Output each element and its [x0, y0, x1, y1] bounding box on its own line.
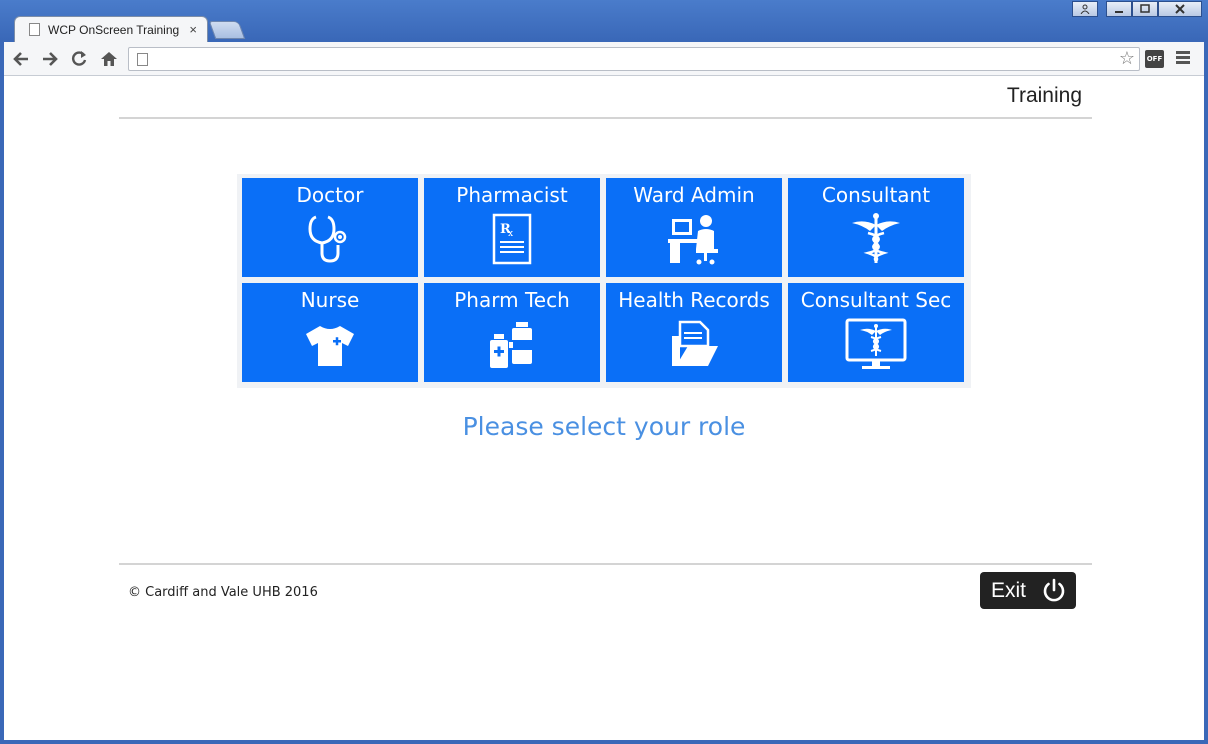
- monitor-caduceus-icon: [845, 318, 907, 369]
- admin-desk-icon: [668, 215, 718, 265]
- role-label: Consultant: [821, 183, 931, 207]
- role-label: Pharmacist: [456, 183, 568, 207]
- role-label: Consultant Sec: [800, 288, 952, 312]
- role-tile-health-records[interactable]: Health Records: [606, 283, 782, 382]
- page-icon: [137, 53, 148, 66]
- footer-divider: [119, 563, 1092, 565]
- extension-off-icon[interactable]: OFF: [1145, 50, 1164, 68]
- svg-text:x: x: [508, 229, 513, 239]
- medicine-bottles-icon: [490, 322, 532, 368]
- maximize-button[interactable]: [1132, 1, 1158, 17]
- minimize-button[interactable]: [1106, 1, 1132, 17]
- role-tile-consultant-sec[interactable]: Consultant Sec: [788, 283, 964, 382]
- role-label: Doctor: [296, 183, 364, 207]
- page-title: Training: [1006, 84, 1082, 107]
- nurse-shirt-icon: [306, 326, 354, 366]
- exit-label: Exit: [991, 578, 1027, 602]
- window-close-button[interactable]: [1158, 1, 1202, 17]
- role-label: Nurse: [300, 288, 360, 312]
- home-icon[interactable]: [98, 48, 120, 70]
- prescription-icon: R x: [492, 213, 532, 265]
- role-grid: Doctor Pharmacist R x Ward Admin Consult…: [237, 174, 971, 388]
- window-controls: [1072, 1, 1202, 17]
- page-icon: [29, 23, 40, 36]
- role-tile-nurse[interactable]: Nurse: [242, 283, 418, 382]
- header-divider: [119, 117, 1092, 119]
- role-label: Pharm Tech: [454, 288, 570, 312]
- copyright-text: © Cardiff and Vale UHB 2016: [128, 585, 318, 600]
- browser-window: WCP OnScreen Training × ☆ OFF Training D…: [0, 0, 1208, 744]
- role-prompt: Please select your role: [462, 412, 746, 441]
- role-label: Health Records: [618, 288, 770, 312]
- user-icon[interactable]: [1072, 1, 1098, 17]
- new-tab-button[interactable]: [208, 21, 246, 39]
- role-label: Ward Admin: [633, 183, 755, 207]
- role-tile-ward-admin[interactable]: Ward Admin: [606, 178, 782, 277]
- caduceus-icon: [852, 213, 900, 263]
- power-icon: [1043, 578, 1065, 602]
- forward-icon[interactable]: [39, 48, 61, 70]
- role-tile-doctor[interactable]: Doctor: [242, 178, 418, 277]
- browser-tab[interactable]: WCP OnScreen Training ×: [14, 16, 208, 42]
- browser-toolbar: ☆ OFF: [4, 42, 1204, 76]
- role-tile-consultant[interactable]: Consultant: [788, 178, 964, 277]
- menu-icon[interactable]: [1176, 51, 1190, 66]
- tab-close-icon[interactable]: ×: [189, 22, 197, 37]
- stethoscope-icon: [308, 215, 347, 263]
- role-tile-pharmacist[interactable]: Pharmacist R x: [424, 178, 600, 277]
- records-folder-icon: [672, 320, 718, 366]
- reload-icon[interactable]: [68, 48, 90, 70]
- address-bar[interactable]: ☆: [128, 47, 1140, 71]
- bookmark-star-icon[interactable]: ☆: [1119, 48, 1135, 69]
- exit-button[interactable]: Exit: [980, 572, 1076, 609]
- role-tile-pharm-tech[interactable]: Pharm Tech: [424, 283, 600, 382]
- tab-title: WCP OnScreen Training: [48, 22, 180, 37]
- back-icon[interactable]: [10, 48, 32, 70]
- page-content: Training Doctor Pharmacist R x Ward Admi…: [4, 76, 1204, 740]
